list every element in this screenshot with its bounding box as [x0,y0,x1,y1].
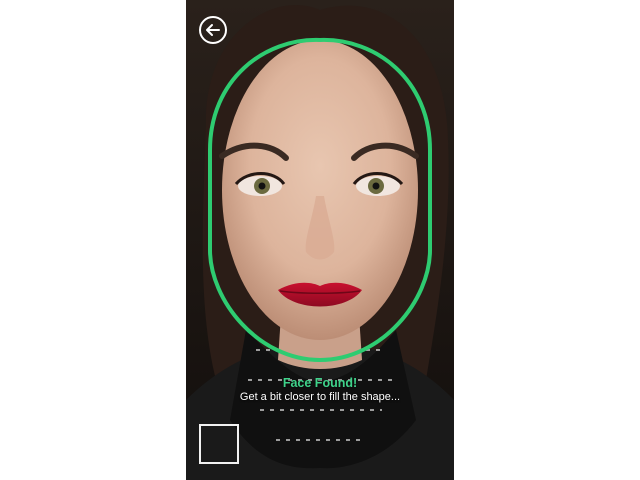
capture-button[interactable] [199,424,239,464]
back-button[interactable] [198,15,228,45]
back-arrow-icon [199,16,227,44]
camera-screen: Face Found! Get a bit closer to fill the… [186,0,454,480]
camera-preview [186,0,454,480]
status-title: Face Found! [282,376,358,390]
page-background: Face Found! Get a bit closer to fill the… [0,0,640,480]
face-status: Face Found! Get a bit closer to fill the… [186,376,454,404]
status-subtitle: Get a bit closer to fill the shape... [239,391,401,403]
